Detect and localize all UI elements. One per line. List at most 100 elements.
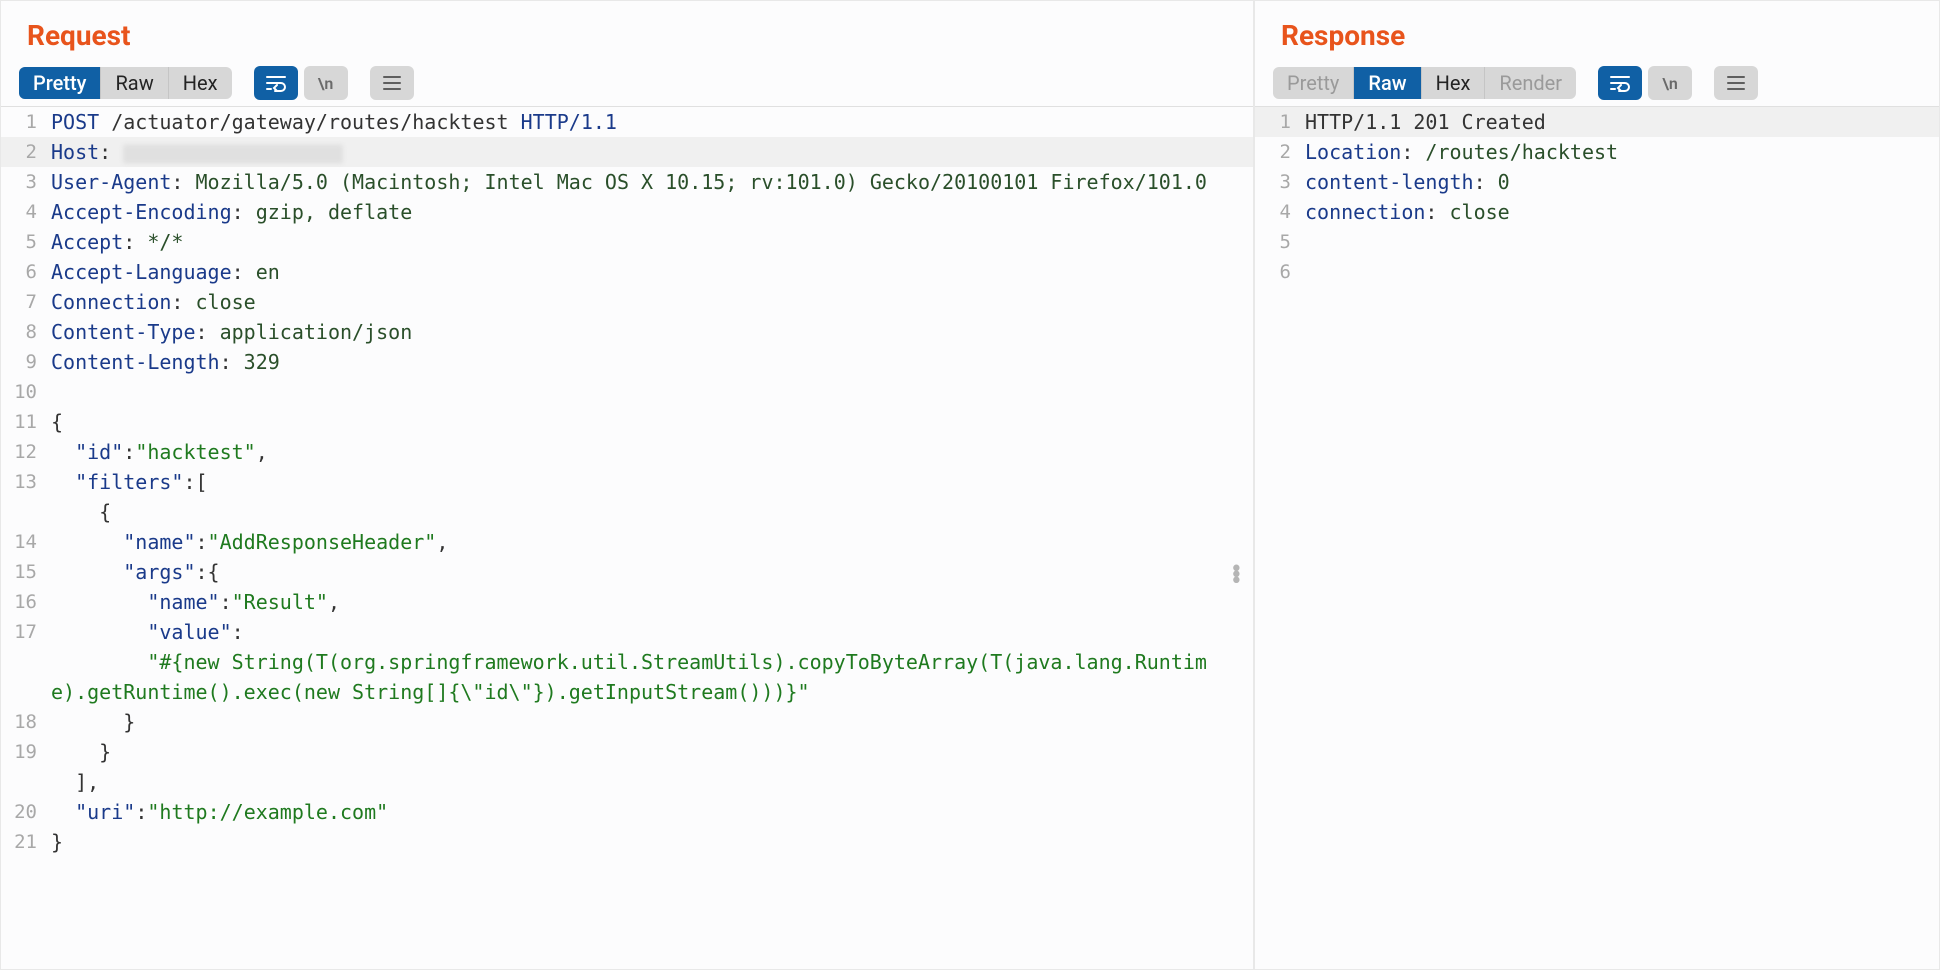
code-line: 21} (1, 827, 1253, 857)
line-number: 2 (1255, 137, 1299, 167)
request-editor[interactable]: ••• 1POST /actuator/gateway/routes/hackt… (1, 107, 1253, 969)
line-content[interactable]: POST /actuator/gateway/routes/hacktest H… (45, 107, 1253, 137)
code-line: 7Connection: close (1, 287, 1253, 317)
response-header: Response (1255, 1, 1939, 56)
line-content[interactable]: Content-Length: 329 (45, 347, 1253, 377)
line-number: 10 (1, 377, 45, 407)
line-number: 5 (1, 227, 45, 257)
line-content[interactable]: User-Agent: Mozilla/5.0 (Macintosh; Inte… (45, 167, 1253, 197)
code-line: 17 "value": (1, 617, 1253, 647)
response-toolbar: Pretty Raw Hex Render \n (1255, 56, 1939, 107)
line-number: 11 (1, 407, 45, 437)
code-line: 10 (1, 377, 1253, 407)
line-content[interactable]: } (45, 707, 1253, 737)
line-number: 3 (1255, 167, 1299, 197)
code-line: ], (1, 767, 1253, 797)
hamburger-icon (1726, 75, 1746, 91)
request-side-menu[interactable]: ••• (1230, 567, 1243, 585)
request-panel: Request Pretty Raw Hex \n ••• 1POST /act… (0, 0, 1254, 970)
line-number: 20 (1, 797, 45, 827)
hamburger-icon (382, 75, 402, 91)
tab-hex[interactable]: Hex (1422, 67, 1486, 99)
tab-render[interactable]: Render (1485, 67, 1576, 99)
line-content[interactable]: Location: /routes/hacktest (1299, 137, 1939, 167)
request-view-tabs: Pretty Raw Hex (19, 67, 232, 99)
code-line: 20 "uri":"http://example.com" (1, 797, 1253, 827)
line-number: 2 (1, 137, 45, 167)
line-content[interactable]: Accept: */* (45, 227, 1253, 257)
line-content[interactable]: "value": (45, 617, 1253, 647)
code-line: 2Host: (1, 137, 1253, 167)
code-line: 15 "args":{ (1, 557, 1253, 587)
code-line: 14 "name":"AddResponseHeader", (1, 527, 1253, 557)
line-number: 6 (1, 257, 45, 287)
show-nonprinting-toggle[interactable]: \n (1648, 66, 1692, 100)
line-content[interactable]: } (45, 737, 1253, 767)
line-content[interactable]: Connection: close (45, 287, 1253, 317)
line-number: 19 (1, 737, 45, 767)
wrap-toggle[interactable] (1598, 66, 1642, 100)
line-number: 8 (1, 317, 45, 347)
response-editor[interactable]: 1HTTP/1.1 201 Created2Location: /routes/… (1255, 107, 1939, 969)
wrap-toggle[interactable] (254, 66, 298, 100)
code-line: 6Accept-Language: en (1, 257, 1253, 287)
line-content[interactable]: { (45, 407, 1253, 437)
line-number: 15 (1, 557, 45, 587)
code-line: 3content-length: 0 (1255, 167, 1939, 197)
redacted-host (123, 145, 343, 163)
line-content[interactable]: Accept-Language: en (45, 257, 1253, 287)
line-content[interactable]: "name":"Result", (45, 587, 1253, 617)
line-number: 21 (1, 827, 45, 857)
tab-hex[interactable]: Hex (169, 67, 232, 99)
code-line: 12 "id":"hacktest", (1, 437, 1253, 467)
line-content[interactable]: HTTP/1.1 201 Created (1299, 107, 1939, 137)
code-line: 13 "filters":[ (1, 467, 1253, 497)
line-number: 4 (1255, 197, 1299, 227)
code-line: 8Content-Type: application/json (1, 317, 1253, 347)
code-line: 4Accept-Encoding: gzip, deflate (1, 197, 1253, 227)
tab-pretty[interactable]: Pretty (1273, 67, 1354, 99)
line-content[interactable]: connection: close (1299, 197, 1939, 227)
wrap-icon (265, 74, 287, 92)
tab-raw[interactable]: Raw (1354, 67, 1421, 99)
line-number: 7 (1, 287, 45, 317)
request-toolbar: Pretty Raw Hex \n (1, 56, 1253, 107)
code-line: 3User-Agent: Mozilla/5.0 (Macintosh; Int… (1, 167, 1253, 197)
request-header: Request (1, 1, 1253, 56)
line-content[interactable]: "name":"AddResponseHeader", (45, 527, 1253, 557)
line-content[interactable]: { (45, 497, 1253, 527)
line-number: 14 (1, 527, 45, 557)
line-number: 12 (1, 437, 45, 467)
line-content[interactable]: "#{new String(T(org.springframework.util… (45, 647, 1253, 707)
code-line: 4connection: close (1255, 197, 1939, 227)
newline-icon: \n (318, 74, 334, 93)
line-content[interactable]: Content-Type: application/json (45, 317, 1253, 347)
line-number: 5 (1255, 227, 1299, 257)
tab-raw[interactable]: Raw (101, 67, 168, 99)
wrap-icon (1609, 74, 1631, 92)
code-line: 6 (1255, 257, 1939, 287)
response-panel: Response Pretty Raw Hex Render \n 1HTTP/… (1254, 0, 1940, 970)
show-nonprinting-toggle[interactable]: \n (304, 66, 348, 100)
line-content[interactable]: "uri":"http://example.com" (45, 797, 1253, 827)
line-content[interactable]: Host: (45, 137, 1253, 167)
line-content[interactable]: content-length: 0 (1299, 167, 1939, 197)
line-number: 17 (1, 617, 45, 647)
line-number: 4 (1, 197, 45, 227)
code-line: "#{new String(T(org.springframework.util… (1, 647, 1253, 707)
line-content[interactable]: Accept-Encoding: gzip, deflate (45, 197, 1253, 227)
request-menu-button[interactable] (370, 66, 414, 100)
line-content[interactable]: "filters":[ (45, 467, 1253, 497)
response-menu-button[interactable] (1714, 66, 1758, 100)
line-content[interactable]: ], (45, 767, 1253, 797)
line-content[interactable]: "args":{ (45, 557, 1253, 587)
line-content[interactable]: } (45, 827, 1253, 857)
tab-pretty[interactable]: Pretty (19, 67, 101, 99)
line-number: 1 (1255, 107, 1299, 137)
line-content[interactable]: "id":"hacktest", (45, 437, 1253, 467)
response-title: Response (1281, 19, 1913, 52)
code-line: 1POST /actuator/gateway/routes/hacktest … (1, 107, 1253, 137)
line-number: 9 (1, 347, 45, 377)
response-view-tabs: Pretty Raw Hex Render (1273, 67, 1576, 99)
code-line: 19 } (1, 737, 1253, 767)
